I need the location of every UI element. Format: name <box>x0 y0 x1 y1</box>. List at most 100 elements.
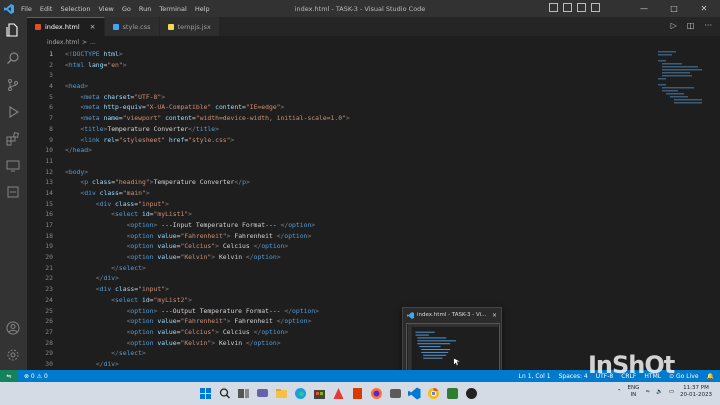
minimap[interactable] <box>656 49 706 229</box>
code-line[interactable]: 26 <option value="Fahrenheit"> Fahrenhei… <box>27 316 720 327</box>
tab-index-html[interactable]: index.html × <box>27 17 105 36</box>
code-line[interactable]: 22 </div> <box>27 273 720 284</box>
chrome-icon[interactable] <box>426 386 441 401</box>
search-icon[interactable] <box>6 51 20 65</box>
code-line[interactable]: 16 <select id="myList1"> <box>27 209 720 220</box>
run-debug-icon[interactable] <box>6 105 20 119</box>
maximize-icon[interactable]: □ <box>662 4 686 13</box>
account-icon[interactable] <box>6 321 20 335</box>
edge-icon[interactable] <box>293 386 308 401</box>
problems-indicator[interactable]: ⊗ 0 ⚠ 0 <box>24 373 48 380</box>
code-line[interactable]: 6 <meta http-equiv="X-UA-Compatible" con… <box>27 102 720 113</box>
red-app-icon[interactable] <box>331 386 346 401</box>
menu-file[interactable]: File <box>21 5 32 13</box>
close-thumbnail-icon[interactable]: × <box>492 312 497 319</box>
indentation[interactable]: Spaces: 4 <box>559 373 588 380</box>
close-tab-icon[interactable]: × <box>90 23 96 31</box>
tab-tempjs-jsx[interactable]: tempjs.jsx <box>159 17 220 36</box>
code-line[interactable]: 28 <option value="Kelvin"> Kelvin </opti… <box>27 338 720 349</box>
breadcrumb-file[interactable]: index.html <box>47 39 79 46</box>
windows-start-icon[interactable] <box>198 386 213 401</box>
menu-edit[interactable]: Edit <box>40 5 53 13</box>
toggle-panel-icon[interactable] <box>563 3 572 12</box>
firefox-icon[interactable] <box>369 386 384 401</box>
minimize-icon[interactable]: — <box>632 4 656 13</box>
code-line[interactable]: 8 <title>Temperature Converter</title> <box>27 124 720 135</box>
taskbar-thumbnail-preview[interactable]: index.html - TASK-3 - Vi... × <box>402 307 502 378</box>
code-line[interactable]: 15 <div class="input"> <box>27 199 720 210</box>
code-token: "X-UA-Compatible" <box>145 103 212 112</box>
office-icon[interactable] <box>350 386 365 401</box>
code-line[interactable]: 17 <option> ---Input Temperature Format-… <box>27 220 720 231</box>
github-icon[interactable] <box>464 386 479 401</box>
tab-style-css[interactable]: style.css <box>104 17 160 36</box>
extensions-icon[interactable] <box>6 132 20 146</box>
explorer-icon[interactable] <box>6 23 20 37</box>
remote-indicator-icon[interactable]: ⇋ <box>0 370 18 382</box>
volume-icon[interactable]: 🔈 <box>656 389 663 395</box>
code-line[interactable]: 11 <box>27 156 720 167</box>
menu-go[interactable]: Go <box>122 5 131 13</box>
menu-run[interactable]: Run <box>139 5 151 13</box>
tray-overflow-icon[interactable]: ⌃ <box>617 389 622 395</box>
toggle-sidebar-icon[interactable] <box>549 3 558 12</box>
menu-help[interactable]: Help <box>195 5 210 13</box>
testing-icon[interactable] <box>6 185 20 199</box>
code-line[interactable]: 3 <box>27 70 720 81</box>
line-content: </div> <box>53 273 119 284</box>
code-token: > <box>188 210 193 219</box>
app-icon[interactable] <box>388 386 403 401</box>
split-editor-icon[interactable]: ◫ <box>687 21 695 30</box>
cursor-position[interactable]: Ln 1, Col 1 <box>519 373 551 380</box>
code-line[interactable]: 23 <div class="input"> <box>27 284 720 295</box>
code-token: </ <box>245 253 254 262</box>
toggle-secondary-sidebar-icon[interactable] <box>577 3 586 12</box>
store-icon[interactable] <box>312 386 327 401</box>
code-line[interactable]: 25 <option> ---Output Temperature Format… <box>27 306 720 317</box>
menu-terminal[interactable]: Terminal <box>159 5 186 13</box>
code-line[interactable]: 1 <!DOCTYPE html> <box>27 49 720 60</box>
code-line[interactable]: 19 <option value="Celcius"> Celcius </op… <box>27 241 720 252</box>
code-line[interactable]: 5 <meta charset="UTF-8"> <box>27 92 720 103</box>
vscode-taskbar-icon[interactable] <box>407 386 422 401</box>
remote-explorer-icon[interactable] <box>6 159 20 173</box>
close-window-icon[interactable]: ✕ <box>692 4 716 13</box>
code-line[interactable]: 2 <html lang="en"> <box>27 60 720 71</box>
tab-label: style.css <box>122 22 151 31</box>
search-icon[interactable] <box>217 386 232 401</box>
code-line[interactable]: 12 <body> <box>27 167 720 178</box>
code-line[interactable]: 7 <meta name="viewport" content="width=d… <box>27 113 720 124</box>
code-token: select <box>115 295 139 304</box>
windows-taskbar: ⌃ ENG IN ≈ 🔈 ▭ 11:37 PM 20-01-2023 <box>0 382 720 405</box>
code-editor[interactable]: 1 <!DOCTYPE html> 2 <html lang="en"> 3 4 <head… <box>27 49 720 370</box>
menu-view[interactable]: View <box>98 5 113 13</box>
battery-icon[interactable]: ▭ <box>669 389 674 395</box>
notifications-icon[interactable]: 🔔 <box>707 373 714 380</box>
code-line[interactable]: 24 <select id="myList2"> <box>27 295 720 306</box>
code-line[interactable]: 21 </select> <box>27 263 720 274</box>
code-line[interactable]: 18 <option value="Fahrenheit"> Fahrenhei… <box>27 231 720 242</box>
code-line[interactable]: 4 <head> <box>27 81 720 92</box>
chat-icon[interactable] <box>255 386 270 401</box>
green-app-icon[interactable] <box>445 386 460 401</box>
menu-selection[interactable]: Selection <box>60 5 90 13</box>
task-view-icon[interactable] <box>236 386 251 401</box>
code-line[interactable]: 13 <p class="heading">Temperature Conver… <box>27 177 720 188</box>
source-control-icon[interactable] <box>6 78 20 92</box>
settings-gear-icon[interactable] <box>6 348 20 362</box>
code-line[interactable]: 14 <div class="main"> <box>27 188 720 199</box>
code-line[interactable]: 20 <option value="Kelvin"> Kelvin </opti… <box>27 252 720 263</box>
run-icon[interactable]: ▷ <box>671 21 677 30</box>
file-explorer-icon[interactable] <box>274 386 289 401</box>
code-line[interactable]: 27 <option value="Celcius"> Celcius </op… <box>27 327 720 338</box>
breadcrumb-more[interactable]: ... <box>90 39 96 46</box>
clock[interactable]: 11:37 PM 20-01-2023 <box>680 385 712 399</box>
more-actions-icon[interactable]: ··· <box>704 21 712 30</box>
code-line[interactable]: 10 </head> <box>27 145 720 156</box>
wifi-icon[interactable]: ≈ <box>645 389 650 395</box>
customize-layout-icon[interactable] <box>591 3 600 12</box>
code-line[interactable]: 9 <link rel="stylesheet" href="style.css… <box>27 135 720 146</box>
input-language[interactable]: ENG IN <box>628 385 640 399</box>
